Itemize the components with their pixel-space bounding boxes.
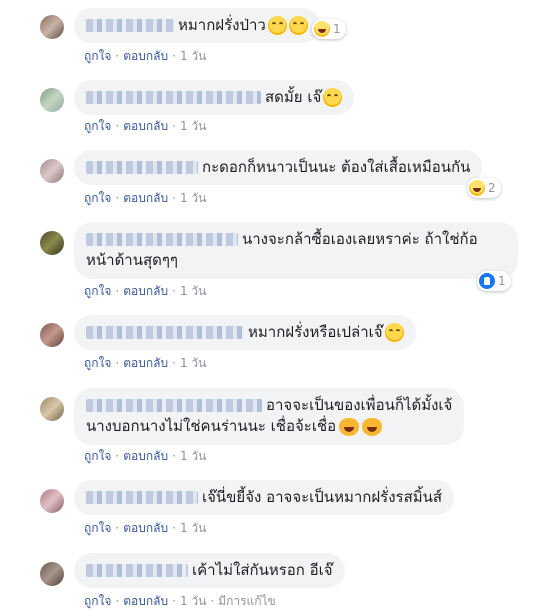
comment-actions: ถูกใจ · ตอบกลับ · 1 วัน xyxy=(84,284,207,298)
comment-text-line2: หน้าด้านสุดๆๆ xyxy=(86,251,178,269)
comment-text-line2: นางบอกนางไม่ใช่คนร่านนะ เชื่อจ้ะเชื่อ xyxy=(86,417,337,435)
timestamp[interactable]: 1 วัน xyxy=(180,521,206,535)
comment-bubble: เจ๊นี่ขยี้จัง อาจจะเป็นหมากฝรั่งรสมิ้นส์ xyxy=(74,480,455,515)
comment-bubble: กะดอกก็หนาวเป็นนะ ต้องใส่เสื้อเหมือนกัน xyxy=(74,150,483,185)
avatar[interactable] xyxy=(40,159,64,183)
laughing-cat-emoji-icon xyxy=(339,417,360,436)
avatar[interactable] xyxy=(40,231,64,255)
timestamp[interactable]: 1 วัน xyxy=(180,284,206,298)
comment-bubble: เค้าไม่ใส่กันหรอก อีเจ๊ xyxy=(74,553,345,588)
timestamp[interactable]: 1 วัน xyxy=(180,356,206,370)
laughing-cat-emoji-icon xyxy=(362,417,383,436)
like-link[interactable]: ถูกใจ xyxy=(84,521,111,535)
comment-actions: ถูกใจ · ตอบกลับ · 1 วัน xyxy=(84,521,207,535)
commenter-name-blurred[interactable] xyxy=(86,91,261,104)
comment-text: นางจะกล้าซื้อเองเลยหราค่ะ ถ้าใช่ก้อ xyxy=(242,230,478,248)
reply-link[interactable]: ตอบกลับ xyxy=(123,521,168,535)
reply-link[interactable]: ตอบกลับ xyxy=(123,449,168,463)
like-link[interactable]: ถูกใจ xyxy=(84,49,111,63)
commenter-name-blurred[interactable] xyxy=(86,19,174,32)
comment-text: เค้าไม่ใส่กันหรอก อีเจ๊ xyxy=(192,561,333,579)
reaction-count: 1 xyxy=(498,274,506,288)
commenter-name-blurred[interactable] xyxy=(86,491,198,504)
commenter-name-blurred[interactable] xyxy=(86,399,262,412)
tongue-emoji-icon xyxy=(384,323,404,342)
reaction-badge[interactable]: 2 xyxy=(467,178,501,198)
haha-icon xyxy=(314,21,330,37)
avatar[interactable] xyxy=(40,397,64,421)
like-link[interactable]: ถูกใจ xyxy=(84,284,111,298)
comment-text: เจ๊นี่ขยี้จัง อาจจะเป็นหมากฝรั่งรสมิ้นส์ xyxy=(202,488,443,506)
commenter-name-blurred[interactable] xyxy=(86,233,238,246)
timestamp[interactable]: 1 วัน xyxy=(180,49,206,63)
edited-label[interactable]: มีการแก้ไข xyxy=(218,594,276,608)
avatar[interactable] xyxy=(40,323,64,347)
comment-actions: ถูกใจ · ตอบกลับ · 1 วัน xyxy=(84,449,207,463)
avatar[interactable] xyxy=(40,562,64,586)
reply-link[interactable]: ตอบกลับ xyxy=(123,49,168,63)
comment-bubble: สดมั้ย เจ๊ xyxy=(74,80,355,115)
commenter-name-blurred[interactable] xyxy=(86,161,198,174)
comment-bubble: หมากฝรั่งหรือเปล่าเจ๊ xyxy=(74,315,416,350)
comment-actions: ถูกใจ · ตอบกลับ · 1 วัน xyxy=(84,191,207,205)
reply-link[interactable]: ตอบกลับ xyxy=(123,191,168,205)
comment-actions: ถูกใจ · ตอบกลับ · 1 วัน xyxy=(84,356,207,370)
commenter-name-blurred[interactable] xyxy=(86,326,244,339)
reply-link[interactable]: ตอบกลับ xyxy=(123,119,168,133)
grin-emoji-icon xyxy=(288,16,308,35)
comment-text: กะดอกก็หนาวเป็นนะ ต้องใส่เสื้อเหมือนกัน xyxy=(202,158,471,176)
comment-actions: ถูกใจ · ตอบกลับ · 1 วัน · มีการแก้ไข xyxy=(84,594,276,608)
comment-text: สดมั้ย เจ๊ xyxy=(265,88,322,106)
avatar[interactable] xyxy=(40,15,64,39)
comment-text: หมากฝรั่งป่าว xyxy=(178,16,266,34)
timestamp[interactable]: 1 วัน xyxy=(180,594,206,608)
like-link[interactable]: ถูกใจ xyxy=(84,191,111,205)
reaction-badge[interactable]: 1 xyxy=(312,19,346,39)
timestamp[interactable]: 1 วัน xyxy=(180,191,206,205)
comment-bubble: หมากฝรั่งป่าว xyxy=(74,8,320,43)
comment-bubble: อาจจะเป็นของเพื่อนก็ได้มั้งเจ้ นางบอกนาง… xyxy=(74,388,465,445)
like-link[interactable]: ถูกใจ xyxy=(84,356,111,370)
like-link[interactable]: ถูกใจ xyxy=(84,594,111,608)
reaction-badge[interactable]: 1 xyxy=(477,271,511,291)
reaction-count: 1 xyxy=(333,22,341,36)
reply-link[interactable]: ตอบกลับ xyxy=(123,356,168,370)
grin-emoji-icon xyxy=(267,16,287,35)
comment-text: อาจจะเป็นของเพื่อนก็ได้มั้งเจ้ xyxy=(266,396,453,414)
reaction-count: 2 xyxy=(488,181,496,195)
like-link[interactable]: ถูกใจ xyxy=(84,449,111,463)
like-icon xyxy=(479,273,495,289)
avatar[interactable] xyxy=(40,88,64,112)
grin-emoji-icon xyxy=(323,88,343,107)
timestamp[interactable]: 1 วัน xyxy=(180,119,206,133)
haha-icon xyxy=(469,180,485,196)
reply-link[interactable]: ตอบกลับ xyxy=(123,284,168,298)
comment-actions: ถูกใจ · ตอบกลับ · 1 วัน xyxy=(84,49,207,63)
timestamp[interactable]: 1 วัน xyxy=(180,449,206,463)
avatar[interactable] xyxy=(40,489,64,513)
comment-bubble: นางจะกล้าซื้อเองเลยหราค่ะ ถ้าใช่ก้อ หน้า… xyxy=(74,222,518,279)
commenter-name-blurred[interactable] xyxy=(86,564,188,577)
like-link[interactable]: ถูกใจ xyxy=(84,119,111,133)
comment-text: หมากฝรั่งหรือเปล่าเจ๊ xyxy=(248,323,383,341)
comment-actions: ถูกใจ · ตอบกลับ · 1 วัน xyxy=(84,119,207,133)
reply-link[interactable]: ตอบกลับ xyxy=(123,594,168,608)
